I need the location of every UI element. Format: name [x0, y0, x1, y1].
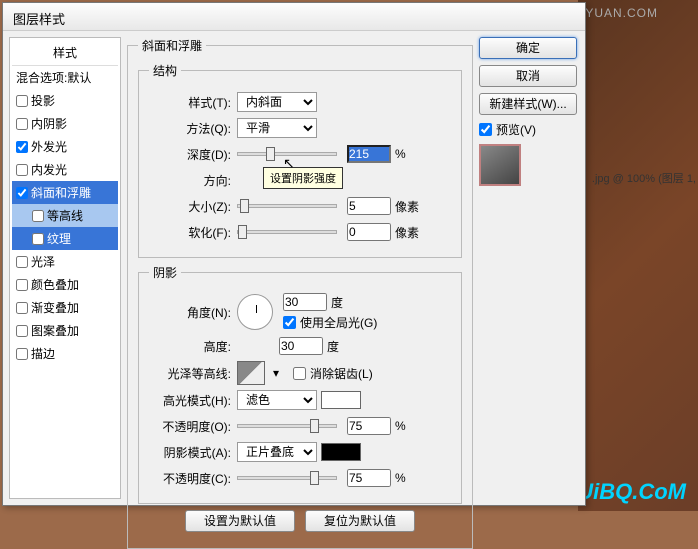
sidebar-checkbox[interactable]: [16, 256, 28, 268]
sidebar-checkbox[interactable]: [16, 95, 28, 107]
tooltip: 设置阴影强度: [263, 167, 343, 189]
shadow-mode-label: 阴影模式(A):: [149, 444, 237, 461]
sidebar-blend-options[interactable]: 混合选项:默认: [12, 66, 118, 89]
antialias-checkbox[interactable]: [293, 367, 306, 380]
global-light-checkbox[interactable]: [283, 316, 296, 329]
panel-title: 斜面和浮雕: [138, 37, 206, 54]
altitude-label: 高度:: [149, 338, 237, 355]
style-label: 样式(T):: [149, 94, 237, 111]
sidebar-item-label: 等高线: [47, 207, 83, 224]
shadow-color-swatch[interactable]: [321, 443, 361, 461]
make-default-button[interactable]: 设置为默认值: [185, 510, 295, 532]
altitude-input[interactable]: [279, 337, 323, 355]
sidebar-item-label: 渐变叠加: [31, 299, 79, 316]
soften-slider[interactable]: [237, 230, 337, 234]
dialog-right-buttons: 确定 取消 新建样式(W)... 预览(V): [479, 37, 579, 499]
new-style-button[interactable]: 新建样式(W)...: [479, 93, 577, 115]
highlight-mode-select[interactable]: 滤色: [237, 390, 317, 410]
options-panel: 斜面和浮雕 结构 样式(T): 内斜面 方法(Q): 平滑 深度(D): % 方…: [127, 37, 473, 499]
highlight-mode-label: 高光模式(H):: [149, 392, 237, 409]
dialog-titlebar[interactable]: 图层样式: [3, 3, 585, 31]
sidebar-checkbox[interactable]: [32, 210, 44, 222]
method-label: 方法(Q):: [149, 120, 237, 137]
sidebar-checkbox[interactable]: [16, 302, 28, 314]
style-select[interactable]: 内斜面: [237, 92, 317, 112]
shadow-mode-select[interactable]: 正片叠底: [237, 442, 317, 462]
preview-checkbox[interactable]: [479, 123, 492, 136]
angle-input[interactable]: [283, 293, 327, 311]
preview-thumbnail: [479, 144, 521, 186]
sidebar-checkbox[interactable]: [16, 118, 28, 130]
depth-label: 深度(D):: [149, 146, 237, 163]
highlight-opacity-label: 不透明度(O):: [149, 418, 237, 435]
soften-label: 软化(F):: [149, 224, 237, 241]
sidebar-item-外发光[interactable]: 外发光: [12, 135, 118, 158]
bevel-emboss-fieldset: 斜面和浮雕 结构 样式(T): 内斜面 方法(Q): 平滑 深度(D): % 方…: [127, 37, 473, 549]
sidebar-item-label: 描边: [31, 345, 55, 362]
layer-style-dialog: 图层样式 样式 混合选项:默认 投影内阴影外发光内发光斜面和浮雕等高线纹理光泽颜…: [2, 2, 586, 506]
highlight-opacity-input[interactable]: [347, 417, 391, 435]
sidebar-item-等高线[interactable]: 等高线: [12, 204, 118, 227]
document-title-fragment: .jpg @ 100% (图层 1,: [592, 170, 696, 186]
shadow-opacity-input[interactable]: [347, 469, 391, 487]
sidebar-item-光泽[interactable]: 光泽: [12, 250, 118, 273]
method-select[interactable]: 平滑: [237, 118, 317, 138]
sidebar-item-label: 颜色叠加: [31, 276, 79, 293]
depth-input[interactable]: [347, 145, 391, 163]
structure-fieldset: 结构 样式(T): 内斜面 方法(Q): 平滑 深度(D): % 方向: 大小(…: [138, 62, 462, 258]
sidebar-item-纹理[interactable]: 纹理: [12, 227, 118, 250]
angle-label: 角度(N):: [149, 304, 237, 321]
styles-sidebar: 样式 混合选项:默认 投影内阴影外发光内发光斜面和浮雕等高线纹理光泽颜色叠加渐变…: [9, 37, 121, 499]
sidebar-item-内阴影[interactable]: 内阴影: [12, 112, 118, 135]
sidebar-checkbox[interactable]: [16, 187, 28, 199]
highlight-color-swatch[interactable]: [321, 391, 361, 409]
sidebar-checkbox[interactable]: [16, 279, 28, 291]
sidebar-item-label: 内发光: [31, 161, 67, 178]
sidebar-checkbox[interactable]: [16, 141, 28, 153]
size-input[interactable]: [347, 197, 391, 215]
angle-wheel[interactable]: [237, 294, 273, 330]
shadow-opacity-label: 不透明度(C):: [149, 470, 237, 487]
sidebar-checkbox[interactable]: [16, 164, 28, 176]
sidebar-item-斜面和浮雕[interactable]: 斜面和浮雕: [12, 181, 118, 204]
sidebar-item-label: 内阴影: [31, 115, 67, 132]
sidebar-item-label: 外发光: [31, 138, 67, 155]
ok-button[interactable]: 确定: [479, 37, 577, 59]
shadow-opacity-slider[interactable]: [237, 476, 337, 480]
sidebar-item-label: 投影: [31, 92, 55, 109]
sidebar-item-内发光[interactable]: 内发光: [12, 158, 118, 181]
sidebar-item-label: 斜面和浮雕: [31, 184, 91, 201]
watermark-bottom: UiBQ.CoM: [577, 479, 686, 505]
size-label: 大小(Z):: [149, 198, 237, 215]
sidebar-item-label: 图案叠加: [31, 322, 79, 339]
sidebar-item-颜色叠加[interactable]: 颜色叠加: [12, 273, 118, 296]
sidebar-item-描边[interactable]: 描边: [12, 342, 118, 365]
gloss-contour-picker[interactable]: [237, 361, 265, 385]
background-leather: [578, 0, 698, 511]
sidebar-item-label: 光泽: [31, 253, 55, 270]
cancel-button[interactable]: 取消: [479, 65, 577, 87]
shading-fieldset: 阴影 角度(N): 度: [138, 264, 462, 504]
sidebar-item-图案叠加[interactable]: 图案叠加: [12, 319, 118, 342]
reset-default-button[interactable]: 复位为默认值: [305, 510, 415, 532]
cursor-icon: ↖: [283, 155, 295, 172]
global-light-label: 使用全局光(G): [300, 314, 377, 331]
sidebar-item-label: 纹理: [47, 230, 71, 247]
antialias-label: 消除锯齿(L): [310, 365, 373, 382]
sidebar-header: 样式: [12, 40, 118, 66]
soften-input[interactable]: [347, 223, 391, 241]
gloss-contour-label: 光泽等高线:: [149, 365, 237, 382]
sidebar-item-渐变叠加[interactable]: 渐变叠加: [12, 296, 118, 319]
size-slider[interactable]: [237, 204, 337, 208]
preview-label: 预览(V): [496, 121, 536, 138]
sidebar-item-投影[interactable]: 投影: [12, 89, 118, 112]
sidebar-checkbox[interactable]: [16, 325, 28, 337]
highlight-opacity-slider[interactable]: [237, 424, 337, 428]
sidebar-checkbox[interactable]: [16, 348, 28, 360]
sidebar-checkbox[interactable]: [32, 233, 44, 245]
direction-label: 方向:: [149, 172, 237, 189]
